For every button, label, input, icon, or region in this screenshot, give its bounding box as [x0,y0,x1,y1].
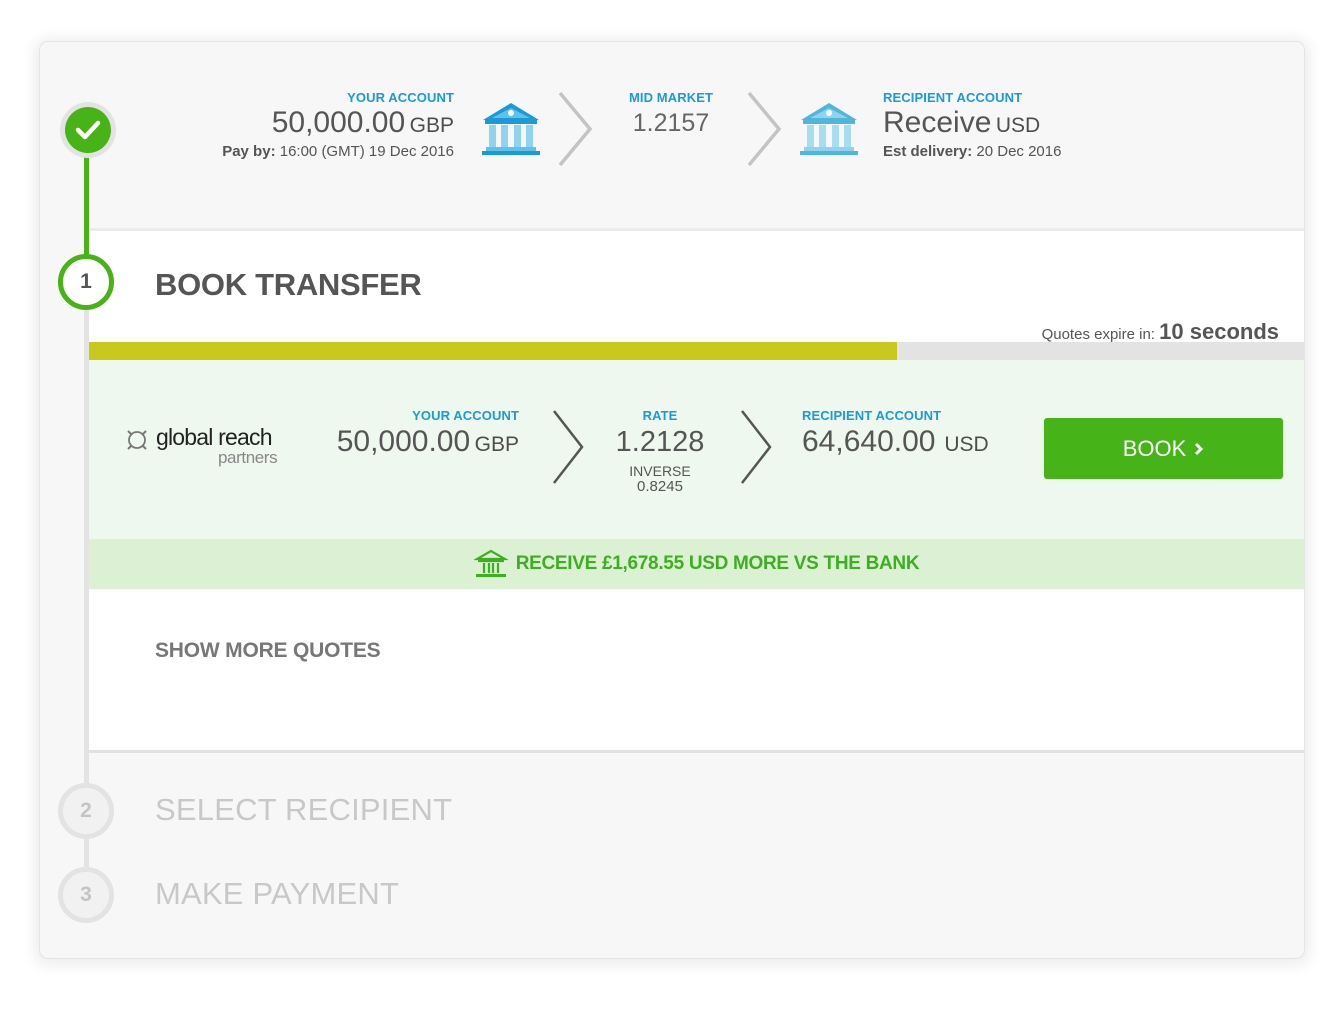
bank-icon [473,549,508,577]
quote-rate: RATE 1.2128 INVERSE 0.8245 [601,408,719,495]
quote-row: global reach partners YOUR ACCOUNT 50,00… [89,360,1304,539]
quote-recipient-account: RECIPIENT ACCOUNT 64,640.00 USD [802,408,989,461]
step-2-indicator: 2 [58,783,114,839]
summary-your-account: YOUR ACCOUNT 50,000.00 GBP Pay by: 16:00… [222,90,454,160]
bank-icon [482,103,540,155]
quote-expiry-value: 10 seconds [1159,319,1279,344]
rate-label: RATE [642,408,678,423]
chevron-right-icon [1195,442,1204,455]
chevron-right-icon [741,410,772,484]
show-more-quotes-link[interactable]: SHOW MORE QUOTES [155,639,381,663]
savings-text: RECEIVE £1,678.55 USD MORE VS THE BANK [515,553,920,574]
quote-timer-bar [89,342,1304,360]
summary-est-delivery: Est delivery: 20 Dec 2016 [883,143,1061,160]
summary-your-account-label: YOUR ACCOUNT [347,90,454,105]
summary-receive-currency: USD [995,114,1041,137]
chevron-right-icon [558,91,593,167]
summary-recipient-label: RECIPIENT ACCOUNT [883,90,1023,105]
inverse-value: 0.8245 [637,478,683,495]
quote-your-account-label: YOUR ACCOUNT [412,408,519,423]
quote-receive-currency: USD [944,433,989,456]
provider-logo-mark-icon [127,430,147,450]
transfer-card: YOUR ACCOUNT 50,000.00 GBP Pay by: 16:00… [40,42,1304,958]
summary-receive-text: Receive [883,106,992,139]
summary-send-amount: 50,000.00 [271,106,406,139]
step-complete-indicator [60,102,116,158]
summary-recipient-account: RECIPIENT ACCOUNT Receive USD Est delive… [883,90,1061,160]
provider-name: global reach [156,424,273,450]
step-title-make-payment[interactable]: MAKE PAYMENT [155,876,399,912]
quote-receive-amount: 64,640.00 [802,425,936,458]
book-button-label: BOOK [1122,435,1187,461]
summary-send-currency: GBP [409,114,454,137]
quote-your-account: YOUR ACCOUNT 50,000.00 GBP [337,408,519,461]
step-3-indicator: 3 [58,867,114,923]
quote-expiry-label: Quotes expire in: [1041,326,1155,343]
transfer-summary: YOUR ACCOUNT 50,000.00 GBP Pay by: 16:00… [40,42,1304,222]
rate-value: 1.2128 [615,426,705,458]
quote-send-amount: 50,000.00 [336,425,471,458]
summary-pay-by: Pay by: 16:00 (GMT) 19 Dec 2016 [222,143,454,160]
book-transfer-panel: BOOK TRANSFER Quotes expire in: 10 secon… [89,228,1304,753]
chevron-right-icon [747,91,782,167]
summary-mid-market: MID MARKET 1.2157 [626,90,716,141]
step-title-select-recipient[interactable]: SELECT RECIPIENT [155,792,452,828]
quote-send-currency: GBP [474,433,519,456]
mid-market-rate: 1.2157 [632,109,710,137]
quote-recipient-label: RECIPIENT ACCOUNT [802,408,942,423]
inverse-label: INVERSE [629,463,691,479]
pay-by-label: Pay by: [222,143,276,160]
provider-subname: partners [218,448,278,467]
checkmark-icon [75,120,101,140]
step-title-book-transfer: BOOK TRANSFER [155,267,422,302]
savings-banner: RECEIVE £1,678.55 USD MORE VS THE BANK [89,539,1304,589]
pay-by-value: 16:00 (GMT) 19 Dec 2016 [279,143,454,160]
book-button[interactable]: BOOK [1044,418,1283,479]
est-delivery-label: Est delivery: [883,143,973,160]
bank-icon [800,103,858,155]
mid-market-label: MID MARKET [628,90,714,105]
chevron-right-icon [553,410,584,484]
est-delivery-value: 20 Dec 2016 [976,143,1062,160]
step-1-indicator: 1 [58,254,114,310]
quote-timer-fill [89,342,897,360]
